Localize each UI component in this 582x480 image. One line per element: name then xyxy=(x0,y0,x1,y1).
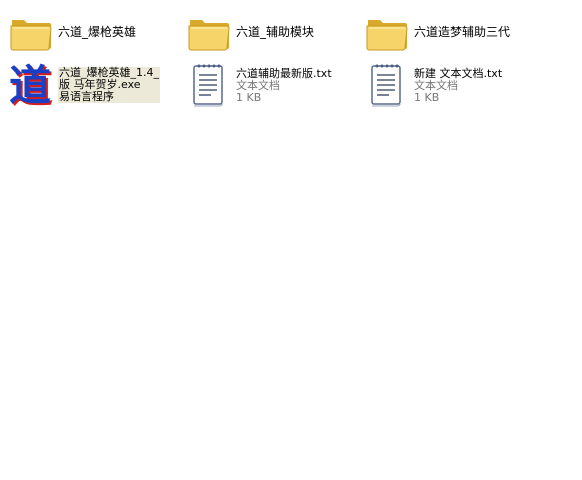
text-document-icon xyxy=(186,62,234,110)
svg-text:道: 道 xyxy=(9,62,51,110)
text-document-icon xyxy=(364,62,412,110)
exe-item[interactable]: 道 道 六道_爆枪英雄_1.4_ 版 马年贺岁.exe 易语言程序 xyxy=(8,61,178,112)
txt-item-1[interactable]: 六道辅助最新版.txt 文本文档 1 KB xyxy=(186,62,356,110)
file-size: 1 KB xyxy=(236,91,262,104)
folder-item-3[interactable]: 六道造梦辅助三代 xyxy=(364,10,544,58)
folder-item-2[interactable]: 六道_辅助模块 xyxy=(186,10,346,58)
folder-icon xyxy=(186,10,234,58)
folder-icon xyxy=(8,10,56,58)
folder-icon xyxy=(364,10,412,58)
folder-item-1[interactable]: 六道_爆枪英雄 xyxy=(8,10,168,58)
txt-item-2[interactable]: 新建 文本文档.txt 文本文档 1 KB xyxy=(364,62,544,110)
folder-name: 六道_辅助模块 xyxy=(236,25,315,39)
file-size: 1 KB xyxy=(414,91,440,104)
exe-type-label: 易语言程序 xyxy=(58,91,160,103)
folder-name: 六道造梦辅助三代 xyxy=(414,25,511,39)
dao-app-icon: 道 道 xyxy=(8,61,56,112)
folder-name: 六道_爆枪英雄 xyxy=(58,25,137,39)
